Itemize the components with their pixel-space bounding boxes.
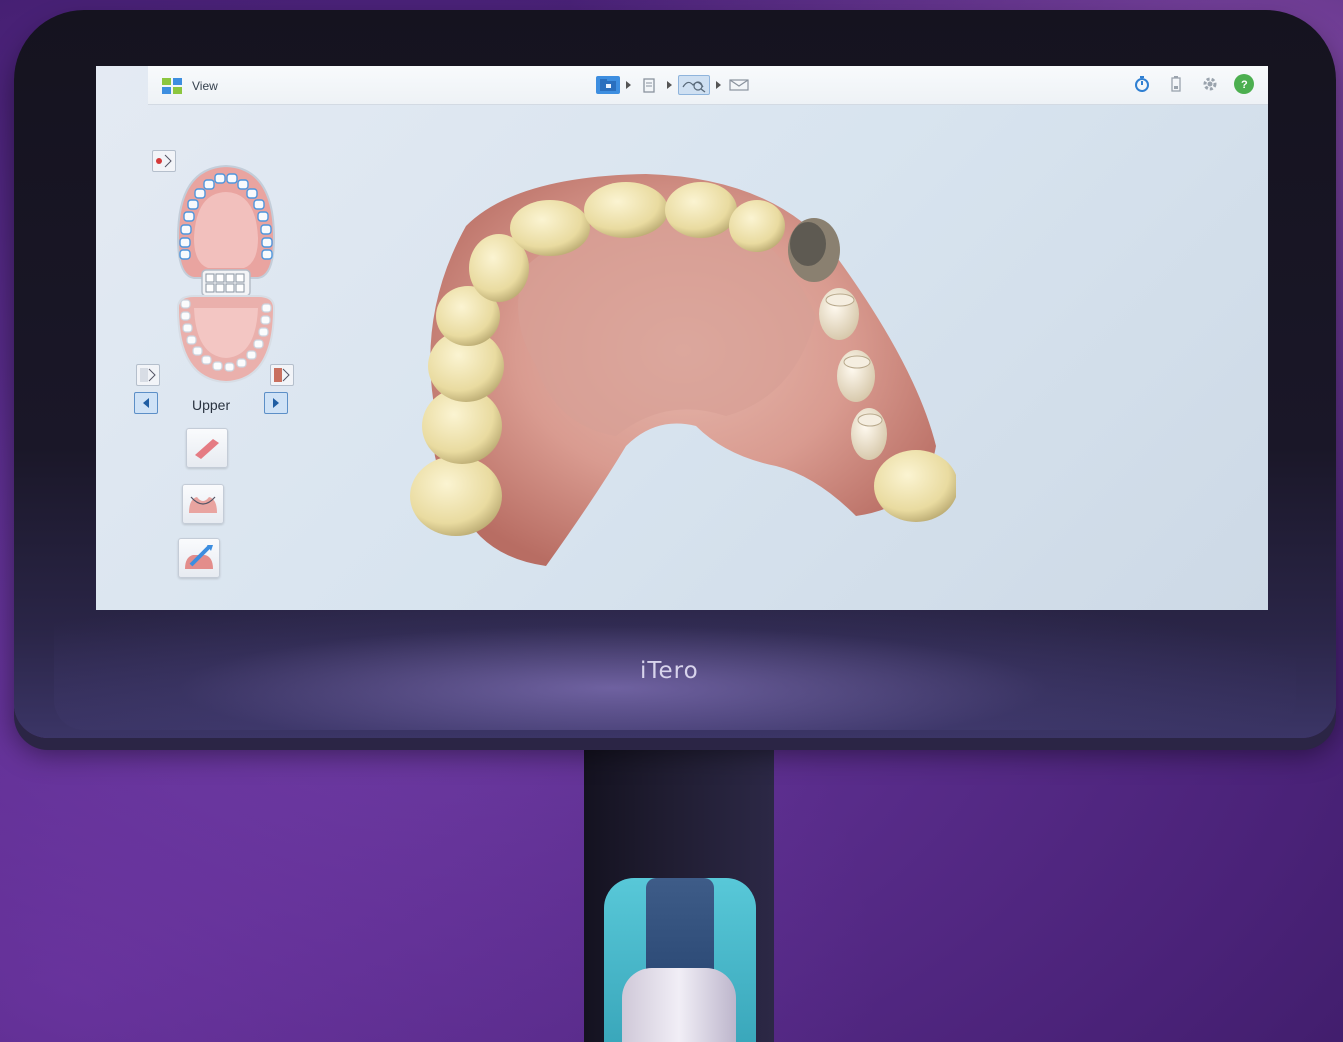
jaw-tools-panel: Upper — [96, 106, 296, 606]
next-arch-button[interactable] — [264, 392, 288, 414]
step-arrow-icon — [716, 81, 721, 89]
patient-folder-icon[interactable] — [596, 76, 620, 94]
brand-logo: iTero — [640, 658, 699, 684]
step-arrow-icon — [626, 81, 631, 89]
right-view-icon[interactable] — [270, 364, 294, 386]
scanner-wand-tip[interactable] — [646, 878, 714, 978]
page-title: View — [192, 79, 218, 93]
send-envelope-icon[interactable] — [727, 76, 751, 94]
system-icons: ? — [1132, 74, 1254, 94]
gear-icon[interactable] — [1200, 74, 1220, 94]
margin-tool-icon[interactable] — [182, 484, 224, 524]
eraser-tool-icon[interactable] — [186, 428, 228, 468]
prev-arch-button[interactable] — [134, 392, 158, 414]
step-arrow-icon — [667, 81, 672, 89]
tooth-chart[interactable] — [166, 158, 286, 388]
scanner-wand-body[interactable] — [622, 968, 736, 1042]
screen: View ? Upper — [96, 66, 1268, 610]
timer-icon[interactable] — [1132, 74, 1152, 94]
edit-tool-icon[interactable] — [178, 538, 220, 578]
scan-view-icon[interactable] — [678, 75, 710, 95]
left-view-icon[interactable] — [136, 364, 160, 386]
rx-clipboard-icon[interactable] — [637, 76, 661, 94]
view-mode-icon[interactable] — [162, 78, 182, 94]
arch-label: Upper — [192, 397, 231, 413]
top-toolbar: View ? — [148, 66, 1268, 105]
help-icon[interactable]: ? — [1234, 74, 1254, 94]
workflow-breadcrumb — [596, 74, 751, 96]
scan-3d-model[interactable] — [396, 166, 956, 586]
battery-icon — [1166, 74, 1186, 94]
svg-text:?: ? — [1241, 79, 1248, 90]
